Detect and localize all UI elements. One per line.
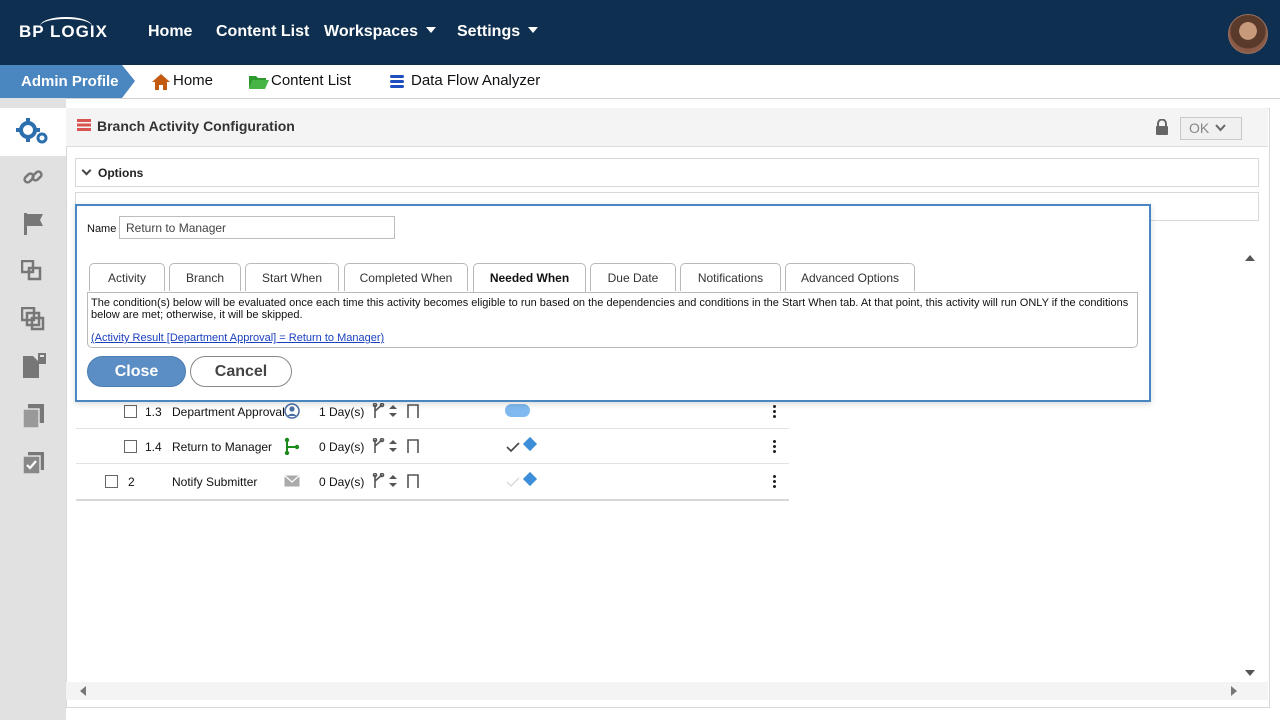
row-name[interactable]: Return to Manager xyxy=(172,440,272,454)
bp-logix-logo[interactable]: BP LOGIX xyxy=(19,22,108,42)
ok-label: OK xyxy=(1189,120,1210,136)
table-row[interactable]: 1.4 Return to Manager 0 Day(s) xyxy=(76,428,789,464)
activity-table: 1.3 Department Approval 1 Day(s) 1.4 Ret… xyxy=(76,393,789,501)
tab-needed-when[interactable]: Needed When xyxy=(473,263,586,292)
row-checkbox[interactable] xyxy=(124,440,137,453)
locked-document-icon[interactable] xyxy=(22,353,48,379)
tab-due-date[interactable]: Due Date xyxy=(590,263,676,291)
row-checkbox[interactable] xyxy=(105,475,118,488)
lock-icon[interactable] xyxy=(1155,119,1169,135)
check-icon xyxy=(506,442,520,452)
tab-start-when[interactable]: Start When xyxy=(245,263,339,291)
nav-settings[interactable]: Settings xyxy=(457,23,539,41)
database-icon xyxy=(390,75,404,88)
scroll-up-icon[interactable] xyxy=(1245,255,1255,261)
row-duration: 0 Day(s) xyxy=(319,440,365,454)
nav-workspaces[interactable]: Workspaces xyxy=(324,23,436,41)
needed-when-description: The condition(s) below will be evaluated… xyxy=(91,297,1129,321)
page-title: Branch Activity Configuration xyxy=(97,118,295,134)
scroll-left-icon[interactable] xyxy=(80,686,86,696)
row-actions-icons[interactable] xyxy=(372,403,422,419)
check-icon xyxy=(506,477,520,487)
nav-settings-label: Settings xyxy=(457,23,521,40)
row-number: 1.3 xyxy=(145,405,162,419)
chevron-down-icon xyxy=(425,27,436,33)
nav-content-list[interactable]: Content List xyxy=(216,23,309,41)
breadcrumb-content-list[interactable]: Content List xyxy=(271,72,351,89)
row-duration: 0 Day(s) xyxy=(319,475,365,489)
scroll-right-icon[interactable] xyxy=(1231,686,1237,696)
user-icon xyxy=(284,403,300,419)
subprocess-icon[interactable] xyxy=(21,260,43,282)
tab-completed-when[interactable]: Completed When xyxy=(344,263,468,291)
row-duration: 1 Day(s) xyxy=(319,405,365,419)
chevron-down-icon xyxy=(81,165,92,176)
admin-profile-label: Admin Profile xyxy=(21,73,119,90)
nav-home[interactable]: Home xyxy=(148,23,192,41)
documents-icon[interactable] xyxy=(22,403,46,429)
branch-icon xyxy=(284,437,300,455)
table-row[interactable]: 2 Notify Submitter 0 Day(s) xyxy=(76,463,789,498)
branch-config-icon xyxy=(77,119,91,131)
tab-notifications[interactable]: Notifications xyxy=(680,263,781,291)
nav-workspaces-label: Workspaces xyxy=(324,23,418,40)
ok-dropdown-button[interactable]: OK xyxy=(1180,117,1242,140)
tab-advanced-options[interactable]: Advanced Options xyxy=(785,263,915,291)
chevron-down-icon xyxy=(1215,124,1226,132)
admin-profile-tab[interactable]: Admin Profile xyxy=(0,65,122,98)
status-diamond-icon xyxy=(522,471,538,487)
row-number: 1.4 xyxy=(145,440,162,454)
scroll-down-icon[interactable] xyxy=(1245,670,1255,676)
condition-link[interactable]: (Activity Result [Department Approval] =… xyxy=(91,332,384,344)
row-name[interactable]: Notify Submitter xyxy=(172,475,257,489)
row-name[interactable]: Department Approval xyxy=(172,405,285,419)
name-input[interactable] xyxy=(119,216,395,239)
status-pill xyxy=(505,404,530,417)
task-check-icon[interactable] xyxy=(22,451,46,475)
row-actions-icons[interactable] xyxy=(372,438,422,454)
user-avatar[interactable] xyxy=(1228,14,1268,54)
row-number: 2 xyxy=(128,475,135,489)
row-actions-icons[interactable] xyxy=(372,473,422,489)
layers-icon[interactable] xyxy=(21,307,45,331)
link-icon[interactable] xyxy=(22,166,44,188)
chevron-down-icon xyxy=(528,27,539,33)
tab-branch[interactable]: Branch xyxy=(169,263,241,291)
tab-activity[interactable]: Activity xyxy=(89,263,165,291)
close-button[interactable]: Close xyxy=(87,356,186,387)
row-checkbox[interactable] xyxy=(124,405,137,418)
flag-icon[interactable] xyxy=(23,212,45,236)
row-menu-icon[interactable] xyxy=(773,405,776,420)
cancel-button[interactable]: Cancel xyxy=(190,356,292,387)
row-menu-icon[interactable] xyxy=(773,440,776,455)
envelope-icon xyxy=(284,475,300,487)
options-label: Options xyxy=(98,166,144,180)
name-label: Name xyxy=(87,223,117,235)
options-section-header[interactable]: Options xyxy=(75,158,1259,187)
gears-icon xyxy=(16,118,48,144)
horizontal-scrollbar[interactable] xyxy=(66,682,1268,700)
admin-profile-arrow xyxy=(122,65,135,98)
row-menu-icon[interactable] xyxy=(773,475,776,490)
breadcrumb-data-flow-analyzer[interactable]: Data Flow Analyzer xyxy=(411,72,540,89)
status-diamond-icon xyxy=(522,436,538,452)
folder-open-icon xyxy=(249,76,269,89)
breadcrumb-home[interactable]: Home xyxy=(173,72,213,89)
house-icon xyxy=(152,74,170,90)
